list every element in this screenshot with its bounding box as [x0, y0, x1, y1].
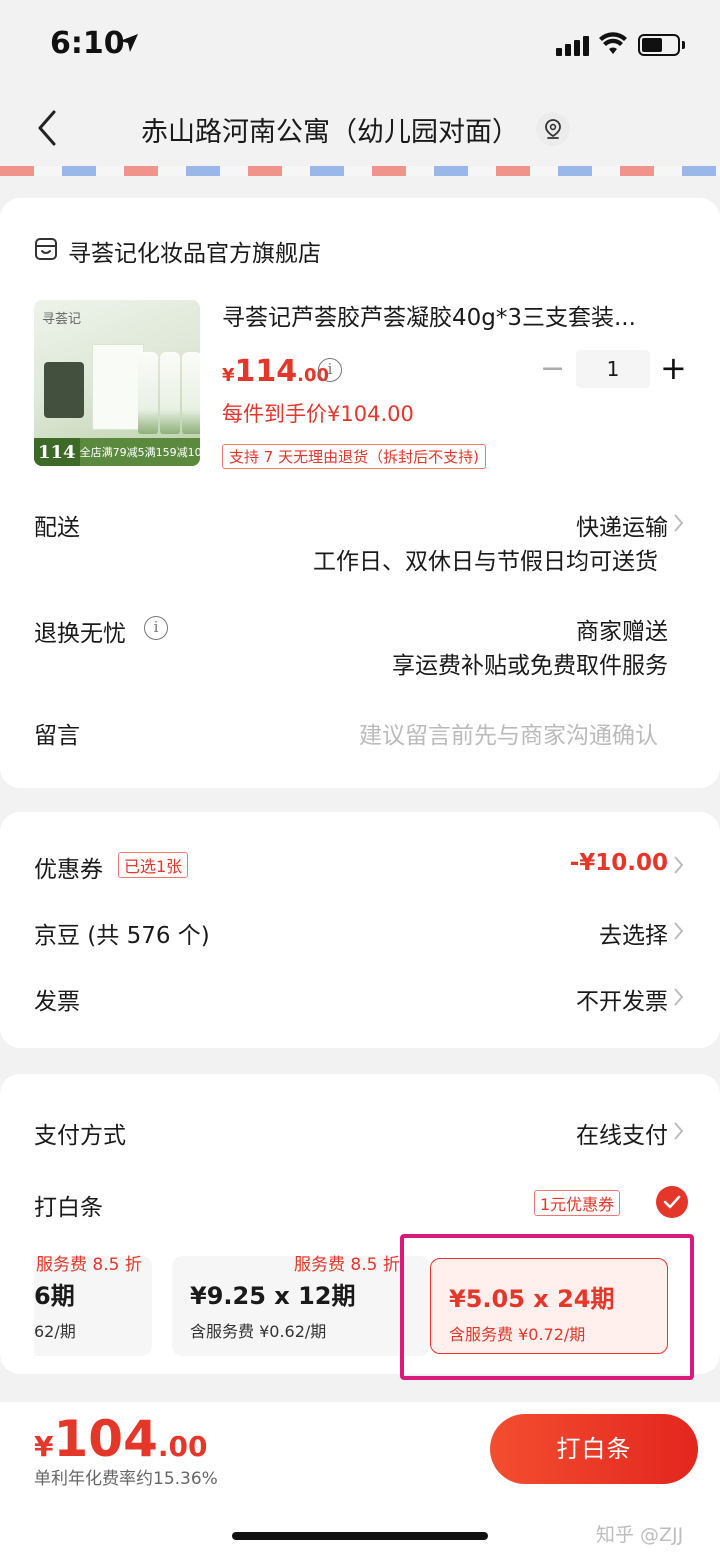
jingdou-value[interactable]: 去选择 — [599, 916, 668, 950]
location-pin-icon[interactable] — [536, 112, 570, 146]
product-box-graphic — [92, 344, 144, 430]
return-service-info-icon[interactable]: i — [144, 616, 168, 640]
product-image-promo: 114 全店满79减5满159减10 — [34, 438, 200, 466]
product-image-brand: 寻荟记 — [42, 312, 82, 327]
product-price: ¥114.00 — [222, 354, 329, 389]
aloe-leaf-graphic — [44, 362, 84, 418]
chevron-right-icon[interactable] — [672, 512, 686, 534]
installment-discount-tag: 服务费 8.5 折 — [36, 1255, 142, 1275]
product-tube-graphic — [160, 352, 180, 434]
coupon-label: 优惠券 — [34, 857, 103, 883]
total-currency: ¥ — [34, 1430, 54, 1463]
chevron-right-icon[interactable] — [672, 986, 686, 1008]
battery-icon — [638, 34, 680, 56]
payment-method-label: 支付方式 — [34, 1123, 126, 1149]
return-service-label: 退换无忧 — [34, 621, 126, 647]
message-label: 留言 — [34, 723, 80, 749]
baitiao-coupon-tag: 1元优惠券 — [534, 1190, 621, 1216]
installment-sub: 含服务费 ¥0.62/期 — [190, 1322, 327, 1341]
quantity-input[interactable]: 1 — [576, 350, 650, 388]
quantity-decrease-button[interactable]: − — [540, 354, 565, 384]
product-tube-graphic — [182, 352, 200, 434]
total-decimal: .00 — [157, 1430, 208, 1463]
return-service-note: 享运费补贴或免费取件服务 — [392, 653, 668, 679]
quantity-increase-button[interactable]: + — [660, 350, 687, 386]
baitiao-label: 打白条 — [34, 1195, 103, 1221]
coupon-value[interactable]: -¥10.00 — [570, 850, 668, 876]
delivery-label: 配送 — [34, 515, 80, 541]
status-time: 6:10 — [50, 26, 125, 61]
payment-method-value[interactable]: 在线支付 — [576, 1116, 668, 1150]
cellular-signal-icon — [556, 36, 589, 56]
address-text: 赤山路河南公寓（幼儿园对面） — [141, 117, 519, 148]
return-policy-tag: 支持 7 天无理由退货（拆封后不支持) — [222, 444, 486, 469]
installment-sub: 62/期 — [34, 1322, 76, 1341]
chevron-right-icon[interactable] — [672, 1120, 686, 1142]
coupon-selected-tag: 已选1张 — [118, 852, 189, 878]
total-integer: 104 — [53, 1410, 158, 1468]
delivery-method[interactable]: 快递运输 — [576, 508, 668, 542]
pay-baitiao-button[interactable]: 打白条 — [490, 1414, 698, 1484]
checkmark-icon[interactable] — [656, 1186, 688, 1218]
promo-price: 114 — [34, 438, 80, 466]
return-service-value: 商家赠送 — [576, 619, 668, 645]
invoice-value[interactable]: 不开发票 — [576, 982, 668, 1016]
installment-discount-tag: 服务费 8.5 折 — [294, 1255, 400, 1275]
unit-price: 每件到手价¥104.00 — [222, 402, 414, 426]
watermark: 知乎 @ZJJ — [596, 1524, 684, 1546]
delivery-note: 工作日、双休日与节假日均可送货 — [313, 549, 658, 575]
store-name[interactable]: 寻荟记化妆品官方旗舰店 — [68, 234, 321, 268]
chevron-right-icon[interactable] — [672, 920, 686, 942]
address-title[interactable]: 赤山路河南公寓（幼儿园对面） — [0, 110, 720, 149]
home-indicator[interactable] — [232, 1532, 488, 1540]
invoice-label: 发票 — [34, 989, 80, 1015]
envelope-stripe — [0, 166, 720, 176]
battery-cap — [682, 41, 685, 49]
wifi-icon — [598, 32, 628, 60]
product-tube-graphic — [138, 352, 158, 434]
installment-main: ¥9.25 x 12期 — [190, 1282, 356, 1310]
total-price: ¥104.00 — [34, 1410, 207, 1468]
price-integer: 114 — [234, 354, 298, 389]
apr-note: 单利年化费率约15.36% — [34, 1469, 218, 1489]
message-input[interactable]: 建议留言前先与商家沟通确认 — [359, 716, 658, 750]
installment-main: 6期 — [34, 1282, 75, 1310]
annotation-highlight-box — [400, 1234, 694, 1380]
price-info-icon[interactable]: i — [318, 358, 342, 382]
price-currency: ¥ — [222, 365, 235, 386]
promo-text: 全店满79减5满159减10 — [79, 446, 200, 459]
jingdou-label: 京豆 (共 576 个) — [34, 923, 210, 949]
order-card — [0, 198, 720, 788]
location-arrow-icon — [118, 32, 140, 58]
product-image[interactable]: 寻荟记 114 全店满79减5满159减10 — [34, 300, 200, 466]
chevron-right-icon[interactable] — [672, 854, 686, 876]
store-icon — [34, 236, 58, 262]
product-title[interactable]: 寻荟记芦荟胶芦荟凝胶40g*3三支套装... — [222, 298, 672, 332]
